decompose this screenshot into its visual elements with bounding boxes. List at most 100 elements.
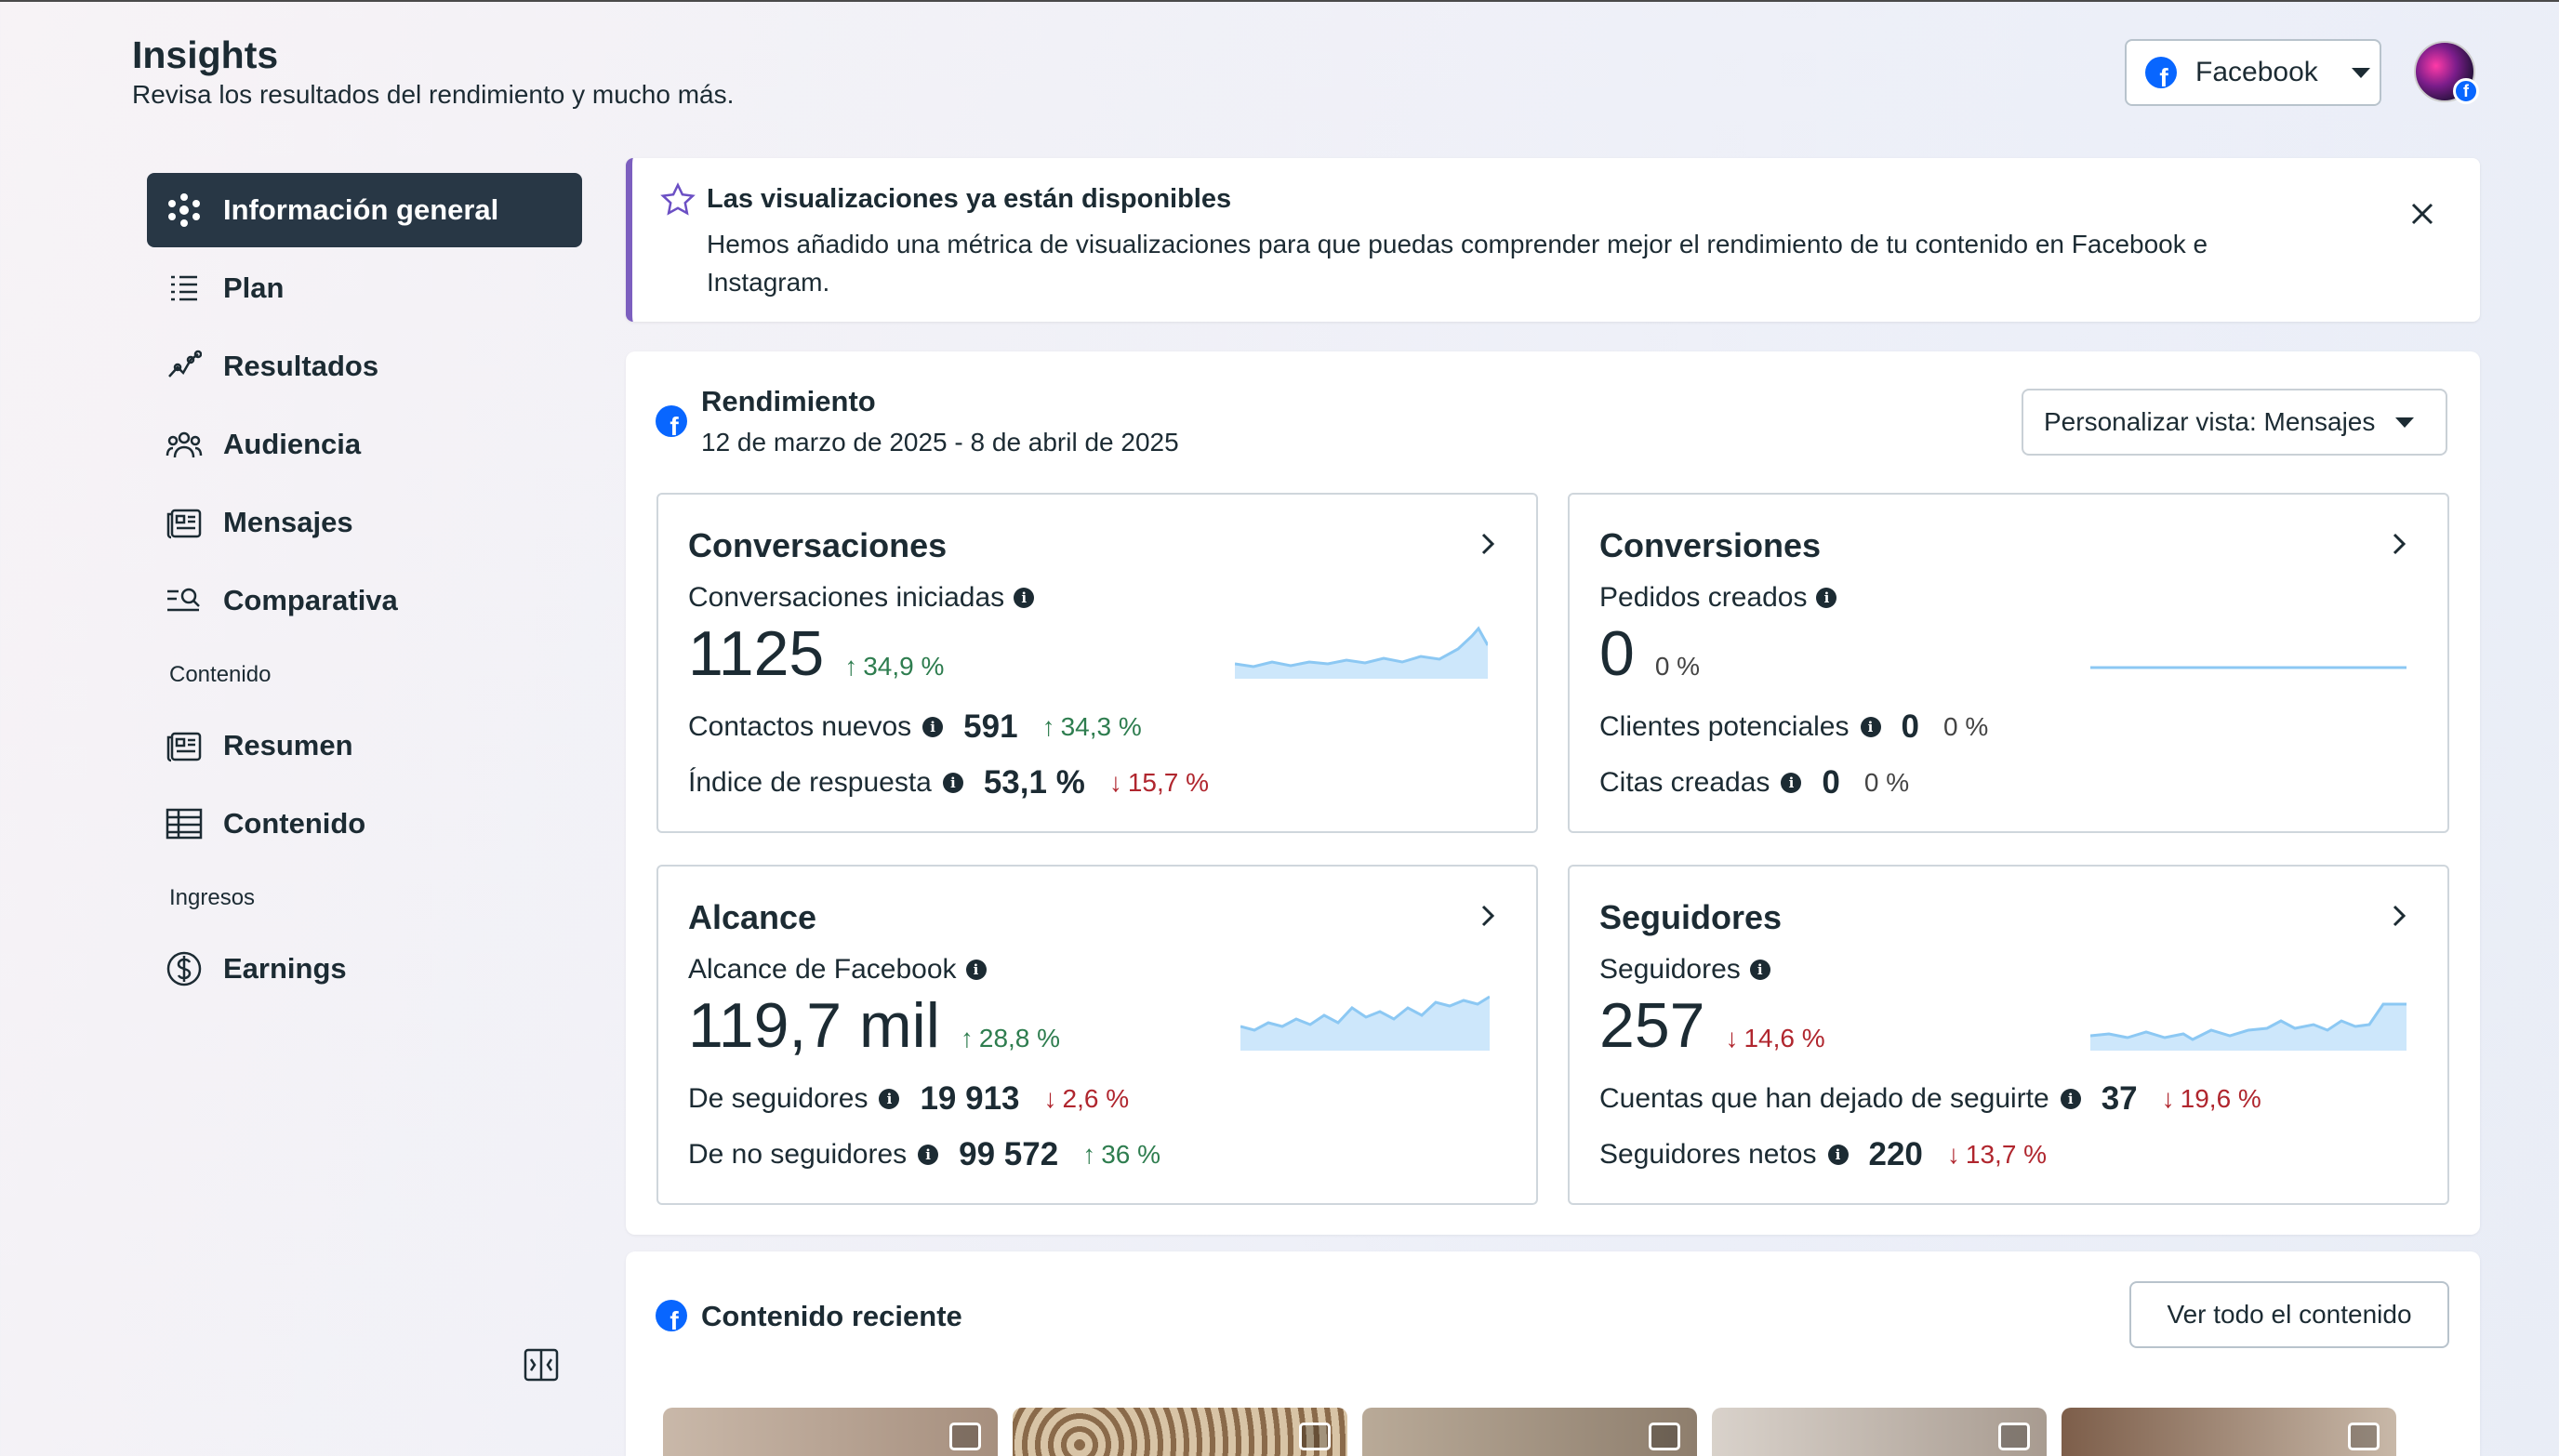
metric-label-text: Alcance de Facebook (688, 954, 957, 985)
delta-value: 19,6 % (2180, 1084, 2261, 1113)
sidebar-item-content[interactable]: Contenido (147, 787, 582, 861)
metric-main: 257 ↓ 14,6 % (1599, 989, 1825, 1062)
info-icon[interactable]: i (942, 773, 963, 793)
info-icon[interactable]: i (1781, 773, 1802, 793)
page-title: Insights (132, 33, 279, 76)
gallery-icon (1649, 1423, 1680, 1450)
metric-row: Citas creadas i 0 0 % (1599, 764, 1909, 801)
metric-row: Cuentas que han dejado de seguirte i 37 … (1599, 1080, 2261, 1118)
sidebar-item-summary[interactable]: Resumen (147, 708, 582, 783)
collapse-sidebar-icon[interactable] (523, 1346, 560, 1383)
delta-flat: 0 % (1864, 768, 1909, 798)
sidebar-item-messages[interactable]: Mensajes (147, 485, 582, 560)
date-range: 12 de marzo de 2025 - 8 de abril de 2025 (701, 428, 1179, 457)
info-icon[interactable]: i (1860, 717, 1881, 737)
sidebar-item-label: Audiencia (223, 428, 362, 460)
facebook-icon: f (656, 1300, 687, 1331)
sidebar-item-label: Earnings (223, 952, 347, 985)
chevron-right-icon[interactable] (2388, 530, 2410, 558)
chevron-right-icon[interactable] (1477, 530, 1499, 558)
card-title: Conversiones (1599, 526, 1822, 564)
dollar-icon (166, 950, 203, 987)
card-reach[interactable]: Alcance Alcance de Facebook i 119,7 mil ↑… (656, 865, 1538, 1205)
metric-label: Pedidos creados i (1599, 582, 1837, 614)
customize-view-select[interactable]: Personalizar vista: Mensajes (2022, 389, 2447, 456)
info-icon[interactable]: i (1816, 588, 1837, 608)
info-icon[interactable]: i (1014, 588, 1035, 608)
summary-icon (166, 727, 203, 764)
content-thumbnail[interactable] (2062, 1408, 2396, 1456)
facebook-badge-icon: f (2453, 78, 2479, 104)
delta-value: 34,9 % (863, 652, 945, 681)
info-icon[interactable]: i (922, 717, 944, 737)
delta-down: ↓ 14,6 % (1725, 1024, 1824, 1053)
gallery-icon (1299, 1423, 1331, 1450)
card-conversations[interactable]: Conversaciones Conversaciones iniciadas i… (656, 493, 1538, 833)
delta-up: ↑ 34,3 % (1042, 712, 1142, 742)
sparkline-chart (1240, 995, 1490, 1051)
info-icon[interactable]: i (2060, 1089, 2081, 1109)
metric-label: Conversaciones iniciadas i (688, 582, 1035, 614)
info-icon[interactable]: i (1827, 1145, 1849, 1165)
metric-row: Clientes potenciales i 0 0 % (1599, 708, 1988, 746)
chevron-right-icon[interactable] (1477, 902, 1499, 930)
sidebar-item-label: Información general (223, 193, 499, 226)
sidebar-item-compare[interactable]: Comparativa (147, 563, 582, 638)
view-all-content-button[interactable]: Ver todo el contenido (2129, 1281, 2449, 1348)
star-icon (660, 182, 696, 218)
delta-value: 0 % (1654, 652, 1701, 681)
list-icon (166, 270, 203, 307)
metric-row-label: Citas creadas (1599, 767, 1770, 798)
info-icon[interactable]: i (1749, 960, 1770, 980)
metric-row-label: De no seguidores (688, 1139, 908, 1170)
info-icon[interactable]: i (879, 1089, 900, 1109)
sidebar-item-results[interactable]: Resultados (147, 329, 582, 404)
content-thumbnail[interactable] (1712, 1408, 2047, 1456)
people-icon (166, 426, 203, 463)
metric-main: 1125 ↑ 34,9 % (688, 617, 944, 690)
sidebar-item-label: Contenido (223, 807, 366, 840)
arrow-up-icon: ↑ (1041, 712, 1055, 741)
sidebar-item-overview[interactable]: Información general (147, 173, 582, 247)
metric-label: Alcance de Facebook i (688, 954, 987, 986)
sidebar-section-income: Ingresos (169, 885, 256, 910)
card-conversions[interactable]: Conversiones Pedidos creados i 0 0 % Clie… (1568, 493, 2449, 833)
avatar[interactable]: f (2414, 41, 2479, 104)
sidebar-item-label: Comparativa (223, 584, 398, 616)
caret-down-icon (2351, 67, 2370, 78)
delta-flat: 0 % (1655, 652, 1700, 682)
metric-value: 0 (1599, 618, 1635, 689)
page-subtitle: Revisa los resultados del rendimiento y … (132, 80, 735, 109)
info-icon[interactable]: i (918, 1145, 939, 1165)
facebook-icon: f (656, 405, 687, 437)
delta-value: 28,8 % (978, 1024, 1061, 1052)
thumbnail-row (663, 1408, 2396, 1456)
sidebar-item-audience[interactable]: Audiencia (147, 407, 582, 482)
sidebar-item-plan[interactable]: Plan (147, 251, 582, 325)
overview-icon (166, 192, 203, 229)
trend-icon (166, 348, 203, 385)
chevron-right-icon[interactable] (2388, 902, 2410, 930)
arrow-up-icon: ↑ (844, 652, 858, 681)
announcement-banner: Las visualizaciones ya están disponibles… (626, 158, 2480, 322)
customize-view-label: Personalizar vista: Mensajes (2044, 407, 2376, 436)
info-icon[interactable]: i (965, 960, 987, 980)
metric-row-label: De seguidores (688, 1083, 868, 1114)
sidebar-item-label: Plan (223, 271, 285, 304)
compare-icon (166, 582, 203, 619)
recent-content-panel: f Contenido reciente Ver todo el conteni… (626, 1251, 2480, 1456)
content-thumbnail[interactable] (1362, 1408, 1697, 1456)
card-followers[interactable]: Seguidores Seguidores i 257 ↓ 14,6 % Cuent… (1568, 865, 2449, 1205)
content-thumbnail[interactable] (1013, 1408, 1347, 1456)
delta-down: ↓ 13,7 % (1947, 1140, 2047, 1170)
content-thumbnail[interactable] (663, 1408, 998, 1456)
window-top-border (0, 0, 2559, 2)
metric-label-text: Conversaciones iniciadas (688, 582, 1005, 613)
platform-select[interactable]: f Facebook (2125, 39, 2381, 106)
video-icon (2348, 1423, 2380, 1450)
arrow-down-icon: ↓ (1043, 1084, 1057, 1113)
metric-row: De no seguidores i 99 572 ↑ 36 % (688, 1136, 1160, 1173)
close-icon[interactable] (2409, 201, 2435, 227)
sidebar-item-earnings[interactable]: Earnings (147, 932, 582, 1006)
metric-main: 119,7 mil ↑ 28,8 % (688, 989, 1060, 1062)
